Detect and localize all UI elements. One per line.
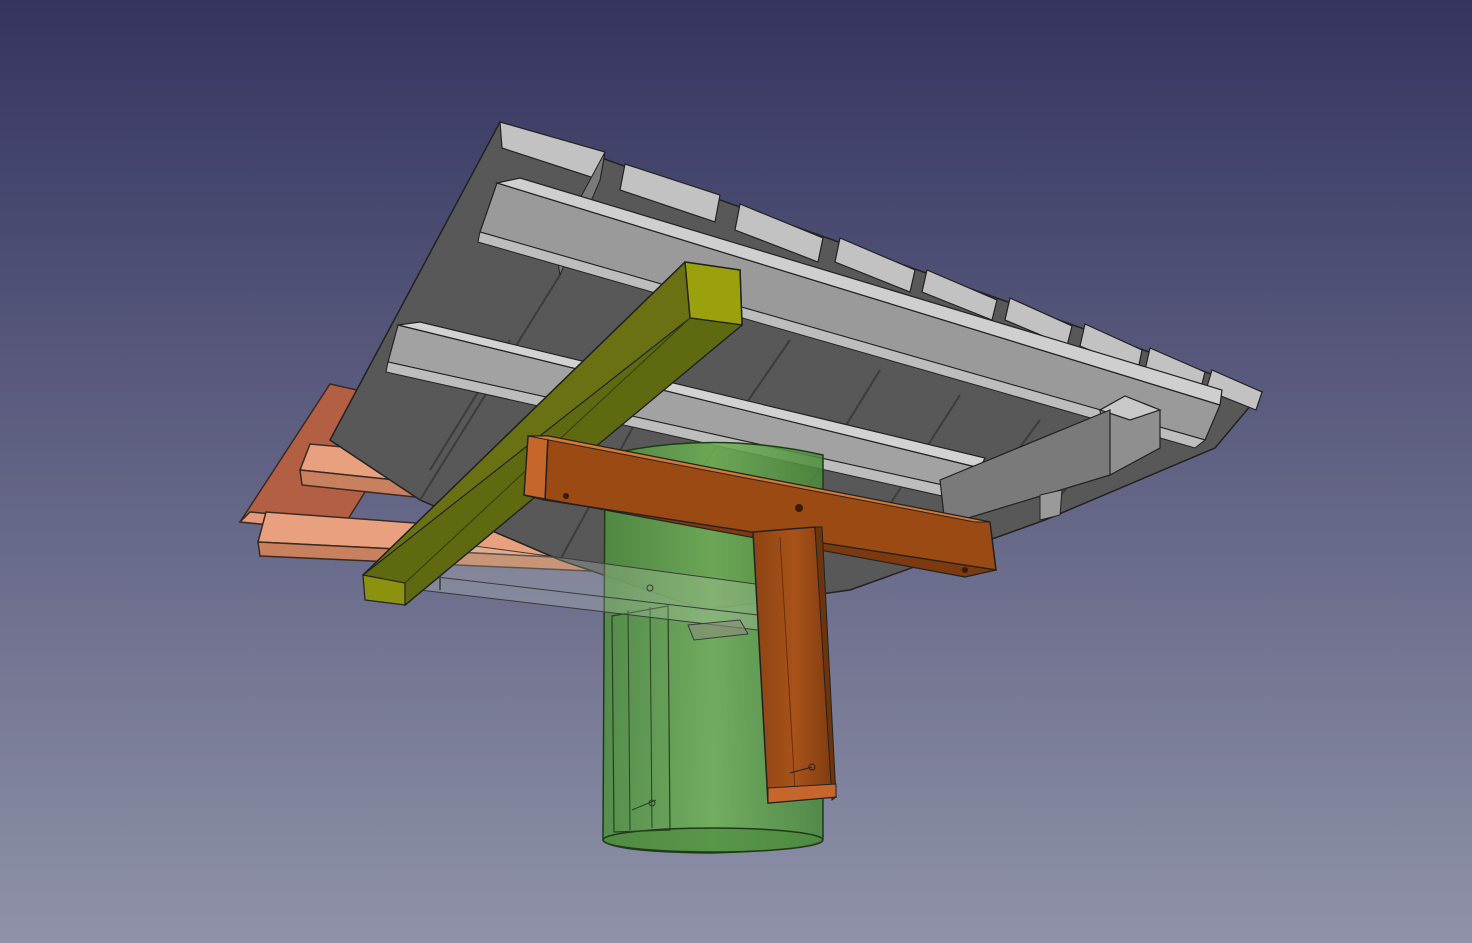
3d-viewport[interactable] bbox=[0, 0, 1472, 943]
3d-scene[interactable] bbox=[0, 0, 1472, 943]
